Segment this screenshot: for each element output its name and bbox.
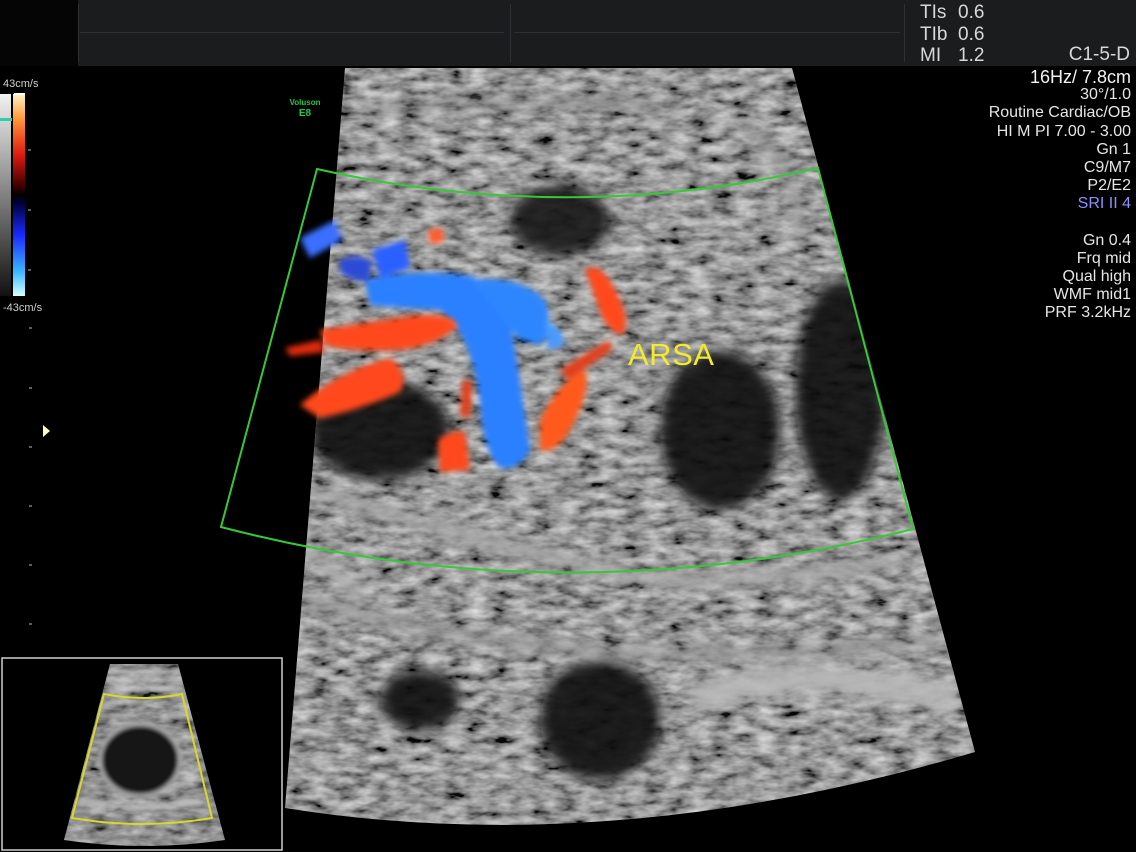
depth-scale	[29, 327, 32, 625]
focus-marker-icon[interactable]	[43, 425, 50, 437]
reference-thumbnail	[1, 657, 283, 851]
ultrasound-image	[0, 68, 975, 851]
color-scale-bar	[0, 93, 31, 296]
arsa-annotation[interactable]: ARSA	[628, 337, 714, 373]
sector-image	[285, 68, 975, 825]
